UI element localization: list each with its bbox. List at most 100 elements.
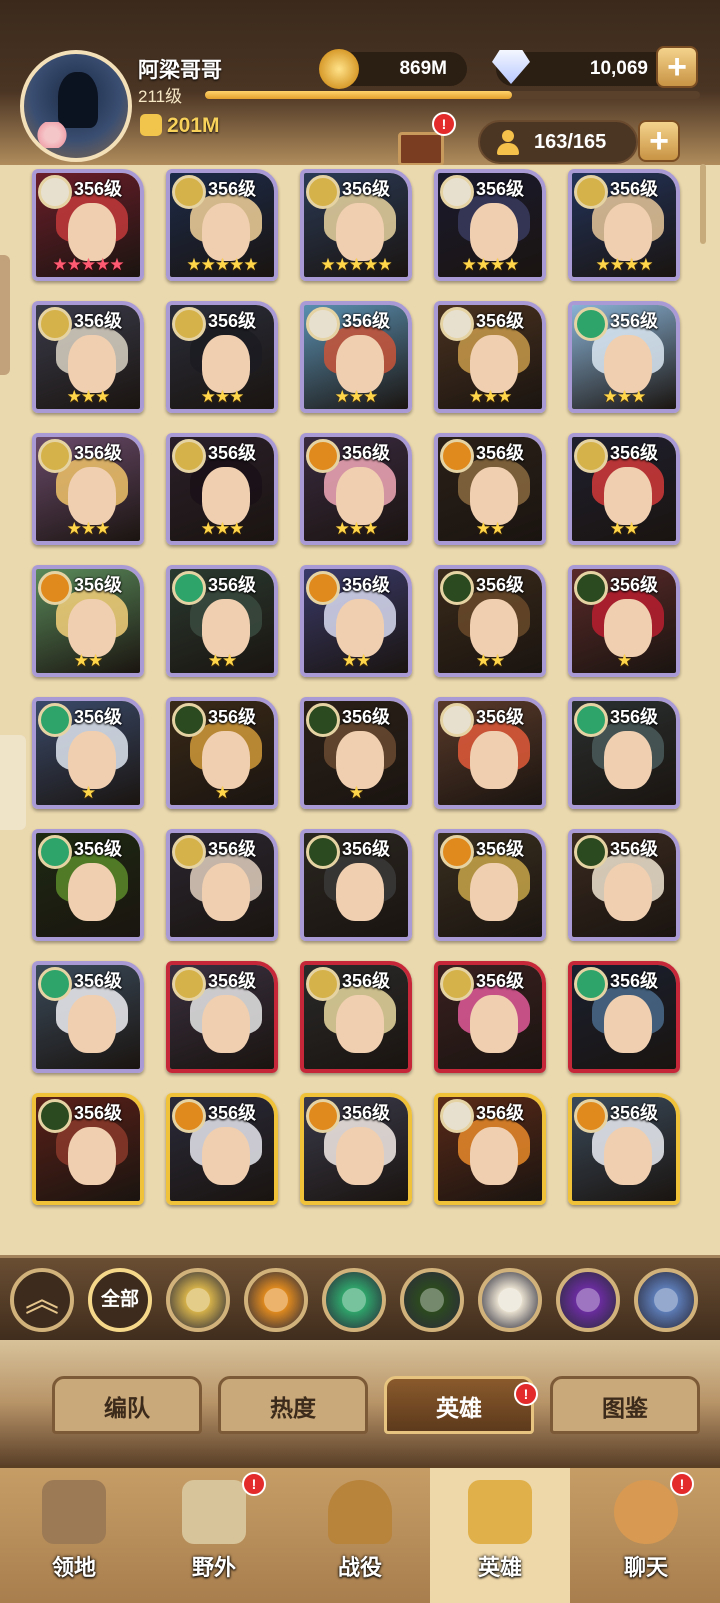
faction-icon (574, 439, 608, 473)
hero-card[interactable]: 356级 (568, 829, 680, 941)
hero-card[interactable]: 356级 ★★ (32, 565, 144, 677)
wilder-faction-icon (342, 1288, 366, 1312)
hero-card[interactable]: 356级 (300, 829, 412, 941)
hero-card[interactable]: 356级 (300, 1093, 412, 1205)
filter-celestial-button[interactable] (478, 1268, 542, 1332)
tab-heroes[interactable]: 英雄 (384, 1376, 534, 1434)
hero-card[interactable]: 356级 (32, 829, 144, 941)
hero-face (604, 335, 652, 393)
nav-wilderness[interactable]: 野外 ! (144, 1468, 284, 1603)
hero-card[interactable]: 356级 (434, 829, 546, 941)
hero-stars: ★★★★ (461, 255, 520, 274)
hero-card[interactable]: 356级 (568, 697, 680, 809)
nav-campaign[interactable]: 战役 (290, 1468, 430, 1603)
hero-card[interactable]: 356级 ★★★★★ (32, 169, 144, 281)
hero-level: 356级 (610, 839, 659, 859)
filter-wilder-button[interactable] (322, 1268, 386, 1332)
hero-face (202, 995, 250, 1053)
hero-card[interactable]: 356级 ★★ (434, 433, 546, 545)
player-avatar[interactable] (20, 50, 132, 162)
nav-wilderness-label: 野外 (191, 1555, 236, 1580)
faction-icon (172, 1099, 206, 1133)
expand-roster-button[interactable]: + (638, 120, 680, 162)
hero-card[interactable]: 356级 (166, 829, 278, 941)
filter-dimensional-button[interactable] (634, 1268, 698, 1332)
hero-card[interactable]: 356级 ★★★ (32, 301, 144, 413)
filter-lightbearer-button[interactable] (166, 1268, 230, 1332)
filter-mauler-button[interactable] (244, 1268, 308, 1332)
chat-alert-badge: ! (670, 1472, 694, 1496)
hero-card[interactable]: 356级 ★★ (434, 565, 546, 677)
hero-stars: ★★★★★ (52, 255, 124, 274)
graveborn-faction-icon (420, 1288, 444, 1312)
hero-card[interactable]: 356级 (32, 1093, 144, 1205)
hero-level: 356级 (74, 707, 123, 727)
hero-card[interactable]: 356级 ★★★★ (434, 169, 546, 281)
celestial-faction-icon (498, 1288, 522, 1312)
hero-stars: ★ (348, 783, 364, 802)
hypogean-faction-icon (576, 1288, 600, 1312)
hero-stars: ★★★★★ (320, 255, 392, 274)
nav-territory[interactable]: 领地 (4, 1468, 144, 1603)
hero-face (470, 863, 518, 921)
hero-stars: ★ (214, 783, 230, 802)
hero-card[interactable]: 356级 (434, 1093, 546, 1205)
hero-card[interactable]: 356级 (434, 961, 546, 1073)
scrollbar[interactable] (700, 164, 706, 244)
tab-formation[interactable]: 编队 (52, 1376, 202, 1434)
filter-graveborn-button[interactable] (400, 1268, 464, 1332)
hero-card[interactable]: 356级 ★★★★ (568, 169, 680, 281)
gold-counter: 869M (319, 49, 467, 89)
hero-card[interactable]: 356级 (166, 1093, 278, 1205)
collapse-filter-button[interactable]: ︽ (10, 1268, 74, 1332)
hero-level: 356级 (342, 971, 391, 991)
hero-stars: ★★★ (200, 387, 245, 406)
hero-card[interactable]: 356级 ★★★ (166, 433, 278, 545)
hero-card[interactable]: 356级 ★★★ (300, 301, 412, 413)
hero-card[interactable]: 356级 ★★ (166, 565, 278, 677)
hero-card[interactable]: 356级 (300, 961, 412, 1073)
tab-codex[interactable]: 图鉴 (550, 1376, 700, 1434)
up-chevron-icon: ︽ (25, 1281, 59, 1319)
hero-card[interactable]: 356级 ★★ (568, 433, 680, 545)
hero-face (336, 467, 384, 525)
hero-level: 356级 (208, 575, 257, 595)
faction-icon (38, 571, 72, 605)
hero-card[interactable]: 356级 ★ (300, 697, 412, 809)
side-panel-handle[interactable] (0, 735, 26, 830)
hero-level: 356级 (208, 311, 257, 331)
hero-card[interactable]: 356级 (166, 961, 278, 1073)
hero-stars: ★★★ (334, 519, 379, 538)
faction-icon (574, 571, 608, 605)
hero-card[interactable]: 356级 ★ (166, 697, 278, 809)
hero-card[interactable]: 356级 (568, 961, 680, 1073)
faction-icon (172, 703, 206, 737)
hero-chest-button[interactable]: ! (388, 112, 458, 166)
hero-card[interactable]: 356级 ★★★ (166, 301, 278, 413)
hero-card[interactable]: 356级 ★ (32, 697, 144, 809)
hero-card[interactable]: 356级 ★★★★★ (166, 169, 278, 281)
top-status-bar: 阿梁哥哥 211级 201M 869M 10,069 + ! 163/165 + (0, 0, 720, 166)
hero-card[interactable]: 356级 (434, 697, 546, 809)
filter-all-button[interactable]: 全部 (88, 1268, 152, 1332)
hero-card[interactable]: 356级 ★★ (300, 565, 412, 677)
faction-icon (172, 175, 206, 209)
buy-diamonds-button[interactable]: + (656, 46, 698, 88)
hero-stars: ★★★★ (595, 255, 654, 274)
hero-card[interactable]: 356级 (32, 961, 144, 1073)
hero-face (604, 599, 652, 657)
hero-card[interactable]: 356级 ★★★ (434, 301, 546, 413)
hero-level: 356级 (74, 443, 123, 463)
hero-level: 356级 (476, 443, 525, 463)
hero-card[interactable]: 356级 (568, 1093, 680, 1205)
hero-card[interactable]: 356级 ★ (568, 565, 680, 677)
tab-popularity[interactable]: 热度 (218, 1376, 368, 1434)
hero-card[interactable]: 356级 ★★★ (32, 433, 144, 545)
hero-card[interactable]: 356级 ★★★ (300, 433, 412, 545)
hero-card[interactable]: 356级 ★★★★★ (300, 169, 412, 281)
filter-hypogean-button[interactable] (556, 1268, 620, 1332)
nav-chat[interactable]: 聊天 ! (576, 1468, 716, 1603)
nav-heroes[interactable]: 英雄 (430, 1468, 570, 1603)
hero-stars: ★★ (609, 519, 639, 538)
hero-card[interactable]: 356级 ★★★ (568, 301, 680, 413)
